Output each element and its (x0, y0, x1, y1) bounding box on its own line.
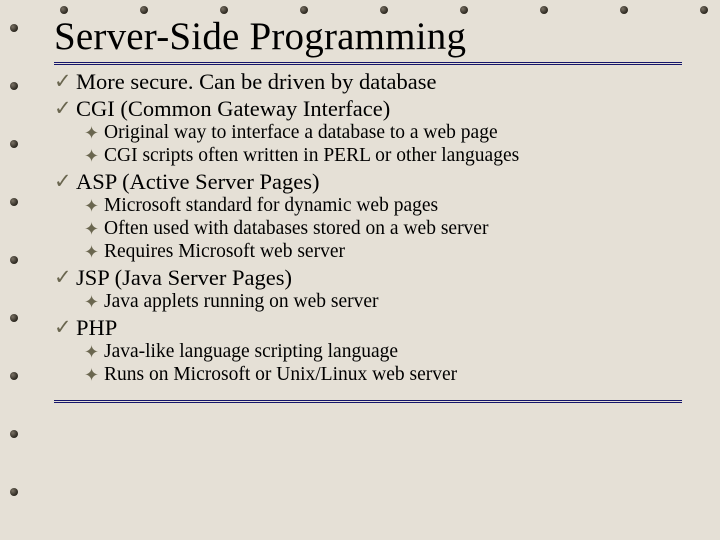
binding-hole-icon (700, 6, 708, 14)
star-icon: ✦ (84, 219, 104, 239)
star-icon: ✦ (84, 123, 104, 143)
star-icon: ✦ (84, 292, 104, 312)
bullet-text: Java-like language scripting language (104, 341, 398, 363)
bullet-text: CGI (Common Gateway Interface) (76, 96, 390, 121)
binding-hole-icon (540, 6, 548, 14)
bullet-level2: ✦Java applets running on web server (84, 291, 682, 313)
binding-hole-icon (60, 6, 68, 14)
binding-hole-icon (10, 82, 18, 90)
bullet-text: Microsoft standard for dynamic web pages (104, 195, 438, 217)
bullet-level1: ✓More secure. Can be driven by database (54, 69, 682, 94)
bullet-text: Requires Microsoft web server (104, 241, 345, 263)
bullet-text: Java applets running on web server (104, 291, 379, 313)
bullet-level2: ✦Java-like language scripting language (84, 341, 682, 363)
binding-hole-icon (10, 488, 18, 496)
bullet-text: ASP (Active Server Pages) (76, 169, 320, 194)
slide-title: Server-Side Programming (54, 14, 682, 65)
bullet-level2: ✦Runs on Microsoft or Unix/Linux web ser… (84, 364, 682, 386)
binding-hole-icon (10, 314, 18, 322)
star-icon: ✦ (84, 342, 104, 362)
binding-hole-icon (220, 6, 228, 14)
star-icon: ✦ (84, 365, 104, 385)
binding-hole-icon (10, 256, 18, 264)
binding-hole-icon (140, 6, 148, 14)
bullet-level2: ✦Original way to interface a database to… (84, 122, 682, 144)
bullet-level2: ✦Requires Microsoft web server (84, 241, 682, 263)
footer-rule (54, 400, 682, 403)
bullet-level1: ✓CGI (Common Gateway Interface) (54, 96, 682, 121)
bullet-level1: ✓JSP (Java Server Pages) (54, 265, 682, 290)
binding-hole-icon (620, 6, 628, 14)
binding-hole-icon (10, 372, 18, 380)
check-icon: ✓ (54, 70, 76, 94)
binding-hole-icon (10, 430, 18, 438)
bullet-level2: ✦Microsoft standard for dynamic web page… (84, 195, 682, 217)
binding-hole-icon (460, 6, 468, 14)
binding-hole-icon (300, 6, 308, 14)
bullet-text: CGI scripts often written in PERL or oth… (104, 145, 519, 167)
bullet-text: Runs on Microsoft or Unix/Linux web serv… (104, 364, 457, 386)
binding-hole-icon (10, 24, 18, 32)
binding-hole-icon (380, 6, 388, 14)
check-icon: ✓ (54, 266, 76, 290)
bullet-text: JSP (Java Server Pages) (76, 265, 292, 290)
bullet-level2: ✦Often used with databases stored on a w… (84, 218, 682, 240)
bullet-list: ✓More secure. Can be driven by database✓… (54, 69, 682, 386)
star-icon: ✦ (84, 242, 104, 262)
binding-hole-icon (10, 140, 18, 148)
bullet-level2: ✦CGI scripts often written in PERL or ot… (84, 145, 682, 167)
slide: Server-Side Programming ✓More secure. Ca… (54, 14, 682, 510)
check-icon: ✓ (54, 170, 76, 194)
bullet-text: More secure. Can be driven by database (76, 69, 436, 94)
bullet-text: Often used with databases stored on a we… (104, 218, 488, 240)
bullet-level1: ✓ASP (Active Server Pages) (54, 169, 682, 194)
bullet-text: Original way to interface a database to … (104, 122, 498, 144)
check-icon: ✓ (54, 316, 76, 340)
check-icon: ✓ (54, 97, 76, 121)
star-icon: ✦ (84, 146, 104, 166)
star-icon: ✦ (84, 196, 104, 216)
binding-hole-icon (10, 198, 18, 206)
bullet-level1: ✓PHP (54, 315, 682, 340)
bullet-text: PHP (76, 315, 117, 340)
